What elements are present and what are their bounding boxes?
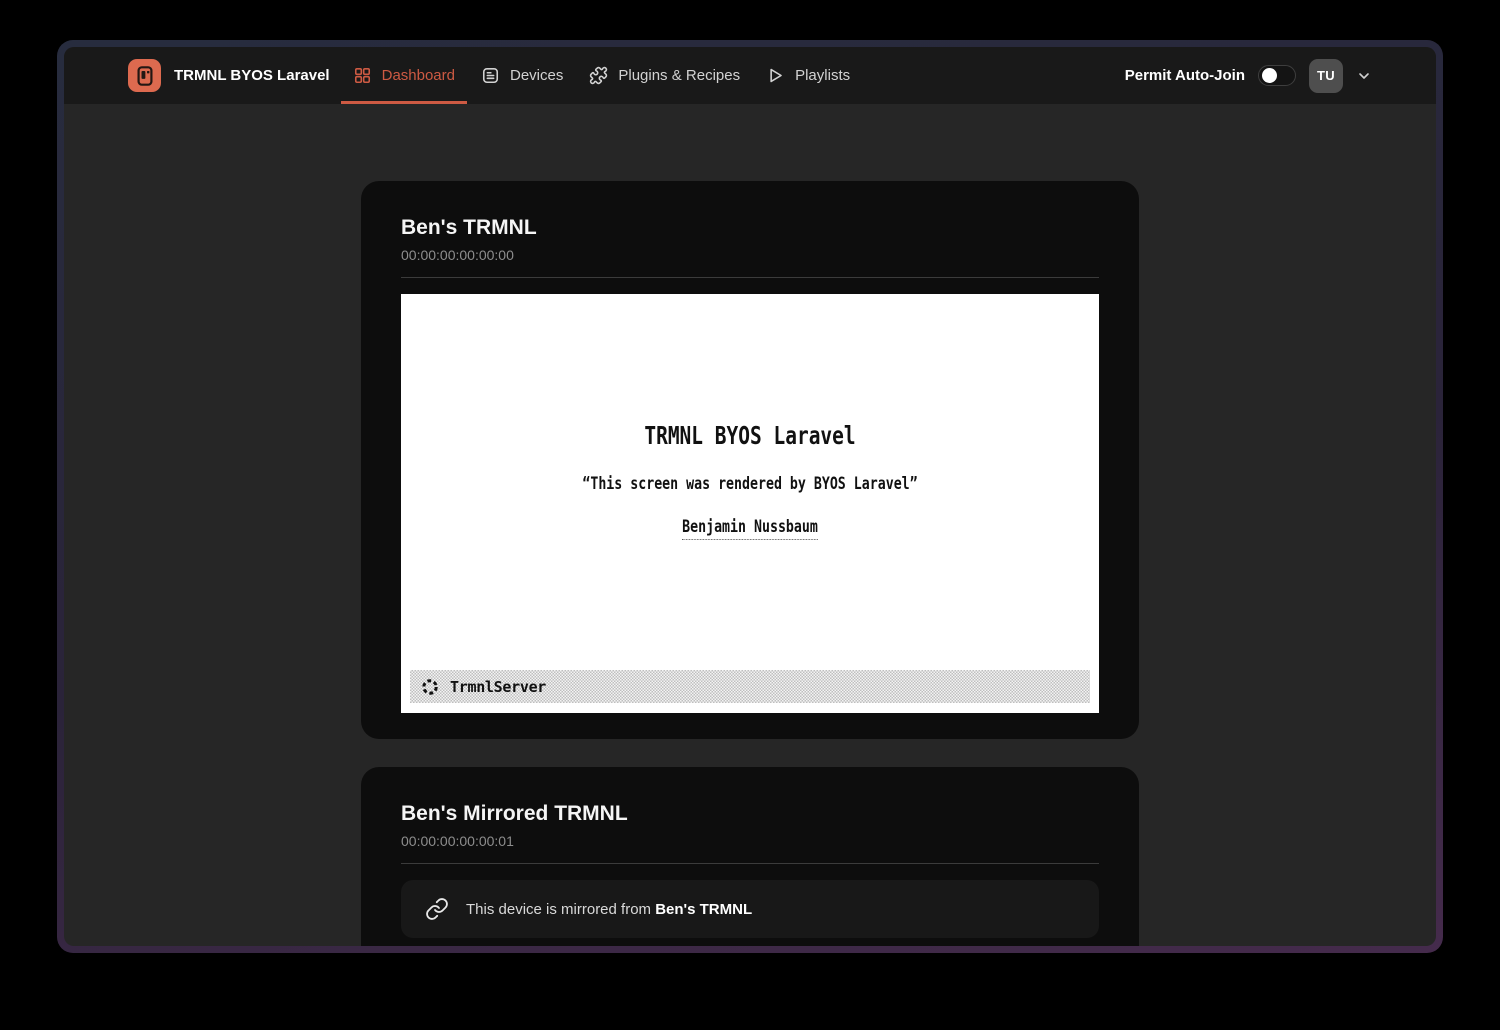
tab-label: Devices	[510, 67, 563, 84]
main-nav: Dashboard Devices	[340, 47, 864, 104]
permit-auto-join-label: Permit Auto-Join	[1125, 67, 1245, 84]
device-card: Ben's TRMNL 00:00:00:00:00:00 TRMNL BYOS…	[361, 181, 1139, 739]
spinner-icon	[420, 677, 440, 697]
avatar-initials: TU	[1317, 68, 1335, 83]
chevron-down-icon[interactable]	[1356, 68, 1372, 84]
trmnl-logo-icon	[128, 59, 161, 92]
device-screen-preview: TRMNL BYOS Laravel “This screen was rend…	[401, 294, 1099, 713]
screen-author-row: Benjamin Nussbaum	[478, 517, 1022, 540]
tab-label: Playlists	[795, 67, 850, 84]
top-navbar: TRMNL BYOS Laravel Dashboard	[64, 47, 1436, 104]
divider	[401, 277, 1099, 278]
mirror-notice-prefix: This device is mirrored from	[466, 901, 655, 918]
puzzle-icon	[589, 66, 608, 85]
tab-playlists[interactable]: Playlists	[753, 47, 863, 104]
tab-plugins-recipes[interactable]: Plugins & Recipes	[576, 47, 753, 104]
tab-label: Plugins & Recipes	[618, 67, 740, 84]
tab-dashboard[interactable]: Dashboard	[340, 47, 468, 104]
mirror-notice: This device is mirrored from Ben's TRMNL	[401, 880, 1099, 938]
device-mac-address: 00:00:00:00:00:01	[401, 832, 1099, 850]
app-surface: TRMNL BYOS Laravel Dashboard	[64, 47, 1436, 946]
permit-auto-join-toggle[interactable]	[1258, 65, 1296, 86]
device-name: Ben's Mirrored TRMNL	[401, 801, 1099, 827]
mirror-notice-text: This device is mirrored from Ben's TRMNL	[466, 901, 752, 918]
screen-footer-label: TrmnlServer	[450, 678, 546, 696]
user-avatar[interactable]: TU	[1309, 59, 1343, 93]
mirror-source-device: Ben's TRMNL	[655, 901, 752, 918]
play-icon	[766, 66, 785, 85]
brand-title: TRMNL BYOS Laravel	[174, 67, 330, 84]
brand: TRMNL BYOS Laravel	[128, 59, 330, 92]
screen-author: Benjamin Nussbaum	[682, 518, 818, 540]
device-mac-address: 00:00:00:00:00:00	[401, 246, 1099, 264]
screen-quote: “This screen was rendered by BYOS Larave…	[478, 474, 1022, 494]
screen-text-block: TRMNL BYOS Laravel “This screen was rend…	[478, 294, 1022, 540]
device-screen-icon	[481, 66, 500, 85]
screen-title: TRMNL BYOS Laravel	[478, 422, 1022, 450]
dashboard-grid-icon	[353, 66, 372, 85]
device-card: Ben's Mirrored TRMNL 00:00:00:00:00:01 T…	[361, 767, 1139, 946]
divider	[401, 863, 1099, 864]
device-name: Ben's TRMNL	[401, 215, 1099, 241]
screen-status-bar: TrmnlServer	[410, 670, 1090, 703]
tab-devices[interactable]: Devices	[468, 47, 576, 104]
app-window: TRMNL BYOS Laravel Dashboard	[57, 40, 1443, 953]
link-icon	[425, 897, 449, 921]
toggle-knob	[1262, 68, 1277, 83]
tab-label: Dashboard	[382, 67, 455, 84]
dashboard-content: Ben's TRMNL 00:00:00:00:00:00 TRMNL BYOS…	[64, 104, 1436, 946]
navbar-right: Permit Auto-Join TU	[1125, 59, 1372, 93]
